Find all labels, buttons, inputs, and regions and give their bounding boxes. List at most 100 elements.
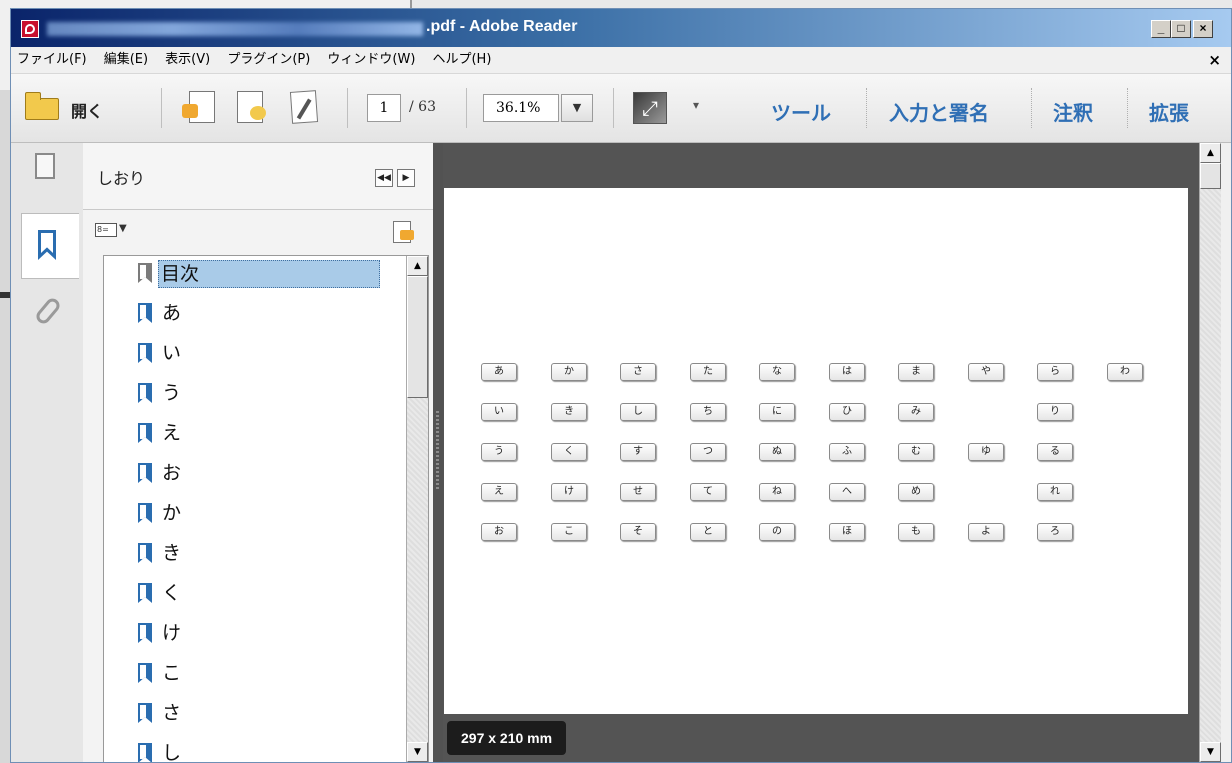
adobe-reader-icon[interactable] — [21, 20, 39, 38]
panel-splitter[interactable] — [433, 143, 443, 762]
tools-pane-button[interactable]: ツール — [771, 97, 831, 126]
full-screen-icon[interactable]: ⤢ — [633, 92, 667, 124]
kana-button[interactable]: こ — [551, 523, 587, 541]
kana-button[interactable]: そ — [620, 523, 656, 541]
bookmark-item[interactable]: け — [104, 616, 404, 650]
menu-window[interactable]: ウィンドウ(W) — [327, 47, 415, 73]
kana-button[interactable]: ち — [690, 403, 726, 421]
kana-button[interactable]: み — [898, 403, 934, 421]
bookmark-item[interactable]: お — [104, 456, 404, 490]
close-button[interactable]: × — [1193, 20, 1213, 38]
kana-button[interactable]: い — [481, 403, 517, 421]
bookmark-item[interactable]: か — [104, 496, 404, 530]
bookmark-item[interactable]: 目次 — [104, 256, 404, 290]
scroll-thumb[interactable] — [407, 276, 428, 398]
kana-button[interactable]: ぬ — [759, 443, 795, 461]
kana-button[interactable]: た — [690, 363, 726, 381]
bookmarks-tab[interactable] — [21, 213, 79, 279]
bookmark-item[interactable]: う — [104, 376, 404, 410]
minimize-button[interactable]: _ — [1151, 20, 1171, 38]
menu-file[interactable]: ファイル(F) — [17, 47, 87, 73]
kana-button[interactable]: ら — [1037, 363, 1073, 381]
scroll-thumb[interactable] — [1200, 163, 1221, 189]
collapse-panel-button[interactable]: ◀◀ — [375, 169, 393, 187]
kana-button[interactable]: り — [1037, 403, 1073, 421]
menu-help[interactable]: ヘルプ(H) — [432, 47, 491, 73]
kana-button[interactable]: め — [898, 483, 934, 501]
kana-button[interactable]: は — [829, 363, 865, 381]
kana-button[interactable]: へ — [829, 483, 865, 501]
options-menu-icon[interactable]: 8= — [95, 223, 117, 237]
zoom-dropdown-button[interactable]: ▼ — [561, 94, 593, 122]
zoom-input[interactable]: 36.1% — [483, 94, 559, 122]
create-pdf-icon[interactable] — [182, 91, 215, 123]
comment-pane-button[interactable]: 注釈 — [1053, 97, 1093, 126]
kana-button[interactable]: か — [551, 363, 587, 381]
bookmark-item[interactable]: こ — [104, 656, 404, 690]
kana-button[interactable]: の — [759, 523, 795, 541]
kana-button[interactable]: ね — [759, 483, 795, 501]
new-bookmark-icon[interactable] — [393, 221, 414, 243]
document-scrollbar[interactable]: ▲ ▼ — [1199, 143, 1221, 762]
kana-button[interactable]: ま — [898, 363, 934, 381]
bookmark-item[interactable]: え — [104, 416, 404, 450]
bookmark-item[interactable]: く — [104, 576, 404, 610]
kana-button[interactable]: や — [968, 363, 1004, 381]
bookmark-item[interactable]: し — [104, 736, 404, 762]
kana-button[interactable]: に — [759, 403, 795, 421]
kana-button[interactable]: ゆ — [968, 443, 1004, 461]
kana-button[interactable]: る — [1037, 443, 1073, 461]
kana-button[interactable]: れ — [1037, 483, 1073, 501]
options-dropdown-icon[interactable]: ▼ — [119, 223, 127, 234]
kana-button[interactable]: し — [620, 403, 656, 421]
kana-button[interactable]: わ — [1107, 363, 1143, 381]
kana-button[interactable]: な — [759, 363, 795, 381]
kana-button[interactable]: ふ — [829, 443, 865, 461]
extend-pane-button[interactable]: 拡張 — [1149, 97, 1189, 126]
kana-button[interactable]: あ — [481, 363, 517, 381]
kana-button[interactable]: ろ — [1037, 523, 1073, 541]
page-thumbnails-tab[interactable] — [21, 143, 79, 209]
kana-button[interactable]: む — [898, 443, 934, 461]
kana-button[interactable]: も — [898, 523, 934, 541]
kana-button[interactable]: く — [551, 443, 587, 461]
kana-button[interactable]: き — [551, 403, 587, 421]
bookmark-item[interactable]: き — [104, 536, 404, 570]
kana-button[interactable]: つ — [690, 443, 726, 461]
bookmark-item[interactable]: い — [104, 336, 404, 370]
title-bar[interactable]: .pdf - Adobe Reader _ □ × — [11, 9, 1231, 47]
open-button[interactable]: 開く — [71, 98, 103, 122]
scroll-down-button[interactable]: ▼ — [1200, 742, 1221, 762]
close-document-icon[interactable]: × — [1208, 51, 1221, 69]
kana-button[interactable]: す — [620, 443, 656, 461]
kana-button[interactable]: よ — [968, 523, 1004, 541]
document-view[interactable]: あ か さ た な は ま や ら わい き し ち に ひ み りう く す つ ぬ ふ む ゆ るえ け せ て ね へ め れお こ そ と の… — [443, 143, 1209, 762]
kana-button[interactable]: う — [481, 443, 517, 461]
fill-sign-pane-button[interactable]: 入力と署名 — [889, 97, 989, 126]
scroll-down-button[interactable]: ▼ — [407, 742, 428, 762]
kana-button[interactable]: え — [481, 483, 517, 501]
scroll-up-button[interactable]: ▲ — [407, 256, 428, 276]
open-folder-icon[interactable] — [25, 92, 59, 120]
kana-button[interactable]: ほ — [829, 523, 865, 541]
menu-view[interactable]: 表示(V) — [165, 47, 210, 73]
bookmark-item[interactable]: さ — [104, 696, 404, 730]
menu-plugins[interactable]: プラグイン(P) — [227, 47, 310, 73]
edit-pdf-icon[interactable] — [289, 90, 319, 124]
attachments-tab[interactable] — [21, 283, 79, 349]
expand-panel-button[interactable]: ▶ — [397, 169, 415, 187]
kana-button[interactable]: ひ — [829, 403, 865, 421]
kana-button[interactable]: て — [690, 483, 726, 501]
bookmark-item[interactable]: あ — [104, 296, 404, 330]
page-number-input[interactable]: 1 — [367, 94, 401, 122]
menu-edit[interactable]: 編集(E) — [104, 47, 148, 73]
export-pdf-icon[interactable] — [237, 91, 266, 123]
kana-button[interactable]: け — [551, 483, 587, 501]
kana-button[interactable]: さ — [620, 363, 656, 381]
bookmark-scrollbar[interactable]: ▲ ▼ — [406, 256, 428, 762]
scroll-up-button[interactable]: ▲ — [1200, 143, 1221, 163]
kana-button[interactable]: せ — [620, 483, 656, 501]
kana-button[interactable]: お — [481, 523, 517, 541]
kana-button[interactable]: と — [690, 523, 726, 541]
maximize-button[interactable]: □ — [1171, 20, 1191, 38]
